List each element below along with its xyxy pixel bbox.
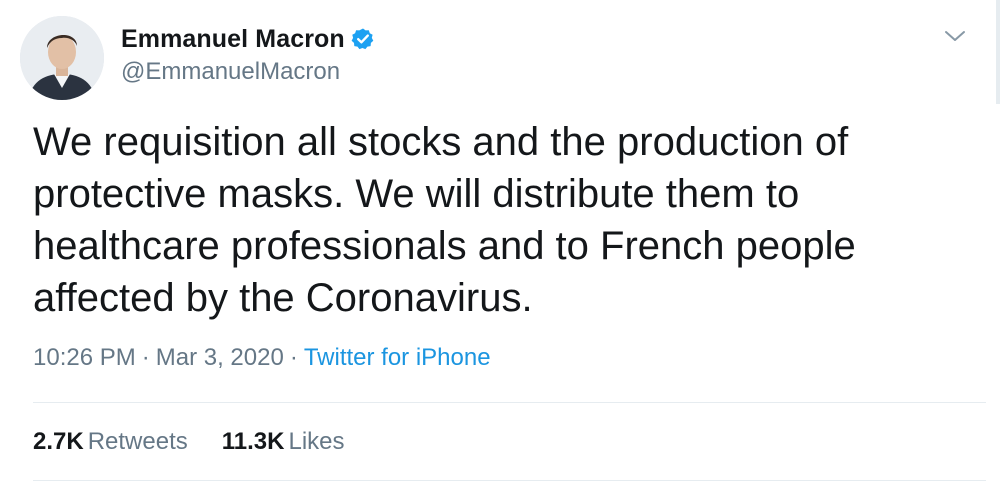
tweet-stats: 2.7K Retweets 11.3K Likes	[33, 428, 345, 456]
retweets-count: 2.7K	[33, 428, 84, 455]
meta-separator: ·	[289, 344, 298, 371]
retweets-label: Retweets	[87, 428, 188, 455]
likes-stat[interactable]: 11.3K Likes	[222, 428, 345, 456]
display-name[interactable]: Emmanuel Macron	[121, 25, 345, 54]
user-handle[interactable]: @EmmanuelMacron	[121, 58, 375, 86]
divider	[33, 480, 986, 481]
likes-count: 11.3K	[221, 428, 285, 455]
display-name-row: Emmanuel Macron	[121, 22, 375, 56]
chevron-down-icon[interactable]	[942, 26, 968, 46]
avatar[interactable]	[20, 16, 104, 100]
tweet-date[interactable]: Mar 3, 2020	[156, 344, 284, 371]
verified-badge-icon	[351, 27, 375, 51]
tweet-text: We requisition all stocks and the produc…	[33, 120, 856, 320]
likes-label: Likes	[288, 428, 345, 455]
tweet-meta: 10:26 PM · Mar 3, 2020 · Twitter for iPhone	[33, 344, 491, 372]
user-names: Emmanuel Macron @EmmanuelMacron	[121, 22, 375, 86]
scrollbar-edge	[996, 0, 1000, 104]
retweets-stat[interactable]: 2.7K Retweets	[33, 428, 188, 456]
tweet-card: Emmanuel Macron @EmmanuelMacron We requi…	[0, 0, 1000, 486]
divider	[33, 402, 986, 403]
meta-separator: ·	[141, 344, 150, 371]
tweet-source-link[interactable]: Twitter for iPhone	[304, 344, 491, 371]
tweet-header: Emmanuel Macron @EmmanuelMacron	[18, 14, 982, 104]
tweet-time[interactable]: 10:26 PM	[33, 344, 136, 371]
profile-photo-icon	[20, 16, 104, 100]
